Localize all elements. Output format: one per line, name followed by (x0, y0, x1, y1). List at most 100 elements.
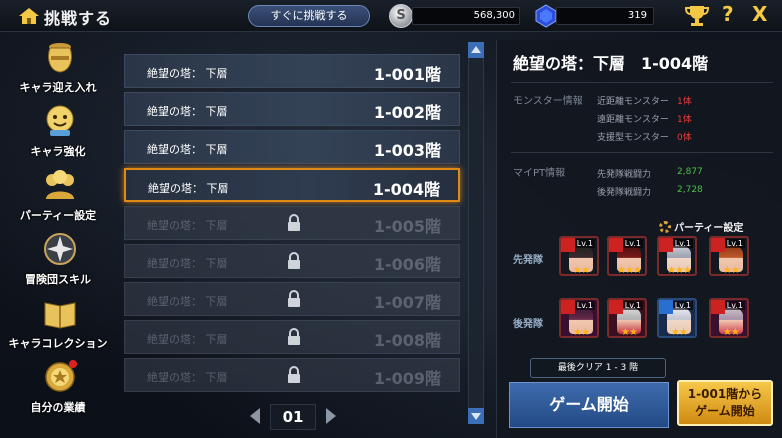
quick-challenge-button[interactable]: すぐに挑戦する (248, 5, 370, 27)
sidebar-item-collection[interactable]: キャラコレクション (8, 291, 108, 355)
stage-row-locked[interactable]: 絶望の塔： 下層 1-007階 (124, 282, 460, 316)
party-setting-label: パーティー設定 (674, 223, 744, 234)
home-icon[interactable] (18, 7, 40, 25)
page-title: 挑戦する (44, 9, 113, 28)
gear-icon (659, 221, 671, 233)
sidebar-item-label: パーティー設定 (19, 209, 97, 222)
party-icon (46, 170, 74, 199)
stage-name: 絶望の塔： 下層 (147, 371, 228, 384)
sidebar-item-label: キャラ迎え入れ (19, 81, 97, 94)
sidebar-item-achievements[interactable]: 自分の業績 (8, 355, 108, 419)
sidebar-item-party[interactable]: パーティー設定 (8, 163, 108, 227)
star-rating: ★★ (621, 327, 638, 338)
sidebar-item-label: 自分の業績 (30, 401, 86, 414)
game-start-button[interactable]: ゲーム開始 (509, 382, 669, 428)
stage-floor: 1-007階 (373, 293, 441, 312)
sidebar-item-enhance[interactable]: キャラ強化 (8, 99, 108, 163)
stage-row-locked[interactable]: 絶望の塔： 下層 1-005階 (124, 206, 460, 240)
stage-floor: 1-006階 (373, 255, 441, 274)
stage-row-locked[interactable]: 絶望の塔： 下層 1-008階 (124, 320, 460, 354)
party-setting-link[interactable]: パーティー設定 (659, 219, 743, 234)
stage-name: 絶望の塔： 下層 (147, 257, 228, 270)
pt-info-label: マイPT情報 (513, 168, 566, 179)
front-member-card[interactable]: Lv.1 ★★ (709, 236, 749, 276)
stage-floor: 1-002階 (373, 103, 441, 122)
start-from-line2: ゲーム開始 (695, 404, 755, 418)
stage-name: 絶望の塔： 下層 (147, 295, 228, 308)
gem-amount: 319 (556, 7, 654, 25)
pager: 01 (250, 404, 336, 430)
star-rating: ★★★ (667, 265, 692, 276)
lock-icon (288, 290, 300, 307)
front-member-card[interactable]: Lv.1 ★★★ (607, 236, 647, 276)
stage-name: 絶望の塔： 下層 (147, 67, 228, 80)
element-icon (609, 300, 623, 314)
start-from-first-floor-button[interactable]: 1-001階から ゲーム開始 (677, 380, 773, 426)
scroll-up-button[interactable] (468, 42, 484, 58)
sidebar-item-recruit[interactable]: キャラ迎え入れ (8, 35, 108, 99)
star-rating: ★★ (573, 265, 590, 276)
silver-amount: 568,300 (412, 7, 520, 25)
monster-count: 1体 (677, 115, 692, 125)
divider (511, 152, 773, 153)
stage-row[interactable]: 絶望の塔： 下層 1-001階 (124, 54, 460, 88)
detail-title: 絶望の塔：下層 1-004階 (513, 54, 709, 73)
element-icon (659, 300, 673, 314)
lock-icon (288, 366, 300, 383)
last-clear-badge: 最後クリア 1 - 3 階 (530, 358, 666, 378)
stage-floor: 1-004階 (372, 180, 440, 199)
close-icon[interactable]: X (752, 2, 767, 26)
lock-icon (288, 328, 300, 345)
monster-info-label: モンスター情報 (513, 96, 583, 107)
star-rating: ★★ (671, 327, 688, 338)
stage-row-selected[interactable]: 絶望の塔： 下層 1-004階 (124, 168, 460, 202)
next-page-icon[interactable] (326, 408, 336, 424)
gem-icon (535, 4, 557, 28)
medal-icon (45, 360, 77, 392)
monster-count: 1体 (677, 97, 692, 107)
star-rating: ★★ (723, 265, 740, 276)
list-scrollbar[interactable] (468, 42, 484, 424)
star-rating: ★★★ (617, 265, 642, 276)
level-tag: Lv.1 (574, 301, 595, 310)
trophy-icon[interactable] (684, 4, 710, 28)
stage-row-locked[interactable]: 絶望の塔： 下層 1-006階 (124, 244, 460, 278)
sidebar: キャラ迎え入れ キャラ強化 パーティー設定 冒険団スキル キャラコレクション 自… (0, 33, 112, 438)
power-label: 先発隊戦闘力 (597, 170, 652, 180)
stage-floor: 1-009階 (373, 369, 441, 388)
stage-floor: 1-008階 (373, 331, 441, 350)
element-icon (659, 238, 673, 252)
sidebar-item-label: 冒険団スキル (25, 273, 91, 286)
page-number: 01 (270, 404, 316, 430)
stage-floor: 1-003階 (373, 141, 441, 160)
back-member-card[interactable]: Lv.1 ★★ (607, 298, 647, 338)
front-member-card[interactable]: Lv.1 ★★★ (657, 236, 697, 276)
help-icon[interactable]: ? (722, 2, 734, 26)
star-rating: ★★ (723, 327, 740, 338)
stage-detail-panel: 絶望の塔：下層 1-004階 モンスター情報 近距離モンスター 1体 遠距離モン… (496, 40, 782, 438)
stage-row[interactable]: 絶望の塔： 下層 1-002階 (124, 92, 460, 126)
collection-icon (44, 302, 76, 329)
vase-icon (47, 43, 73, 73)
sidebar-item-label: キャラコレクション (8, 337, 108, 350)
stage-row-locked[interactable]: 絶望の塔： 下層 1-009階 (124, 358, 460, 392)
scroll-down-button[interactable] (468, 408, 484, 424)
back-team-label: 後発隊 (513, 319, 543, 330)
sidebar-item-skill[interactable]: 冒険団スキル (8, 227, 108, 291)
divider (511, 82, 773, 83)
back-member-card[interactable]: Lv.1 ★★ (709, 298, 749, 338)
stage-name: 絶望の塔： 下層 (147, 219, 228, 232)
star-rating: ★★ (573, 327, 590, 338)
prev-page-icon[interactable] (250, 408, 260, 424)
element-icon (711, 300, 725, 314)
monster-count: 0体 (677, 133, 692, 143)
front-member-card[interactable]: Lv.1 ★★ (559, 236, 599, 276)
stage-row[interactable]: 絶望の塔： 下層 1-003階 (124, 130, 460, 164)
level-tag: Lv.1 (724, 301, 745, 310)
back-member-card[interactable]: Lv.1 ★★ (657, 298, 697, 338)
back-member-card[interactable]: Lv.1 ★★ (559, 298, 599, 338)
level-tag: Lv.1 (672, 239, 693, 248)
front-team-label: 先発隊 (513, 255, 543, 266)
stage-floor: 1-001階 (373, 65, 441, 84)
level-tag: Lv.1 (574, 239, 595, 248)
